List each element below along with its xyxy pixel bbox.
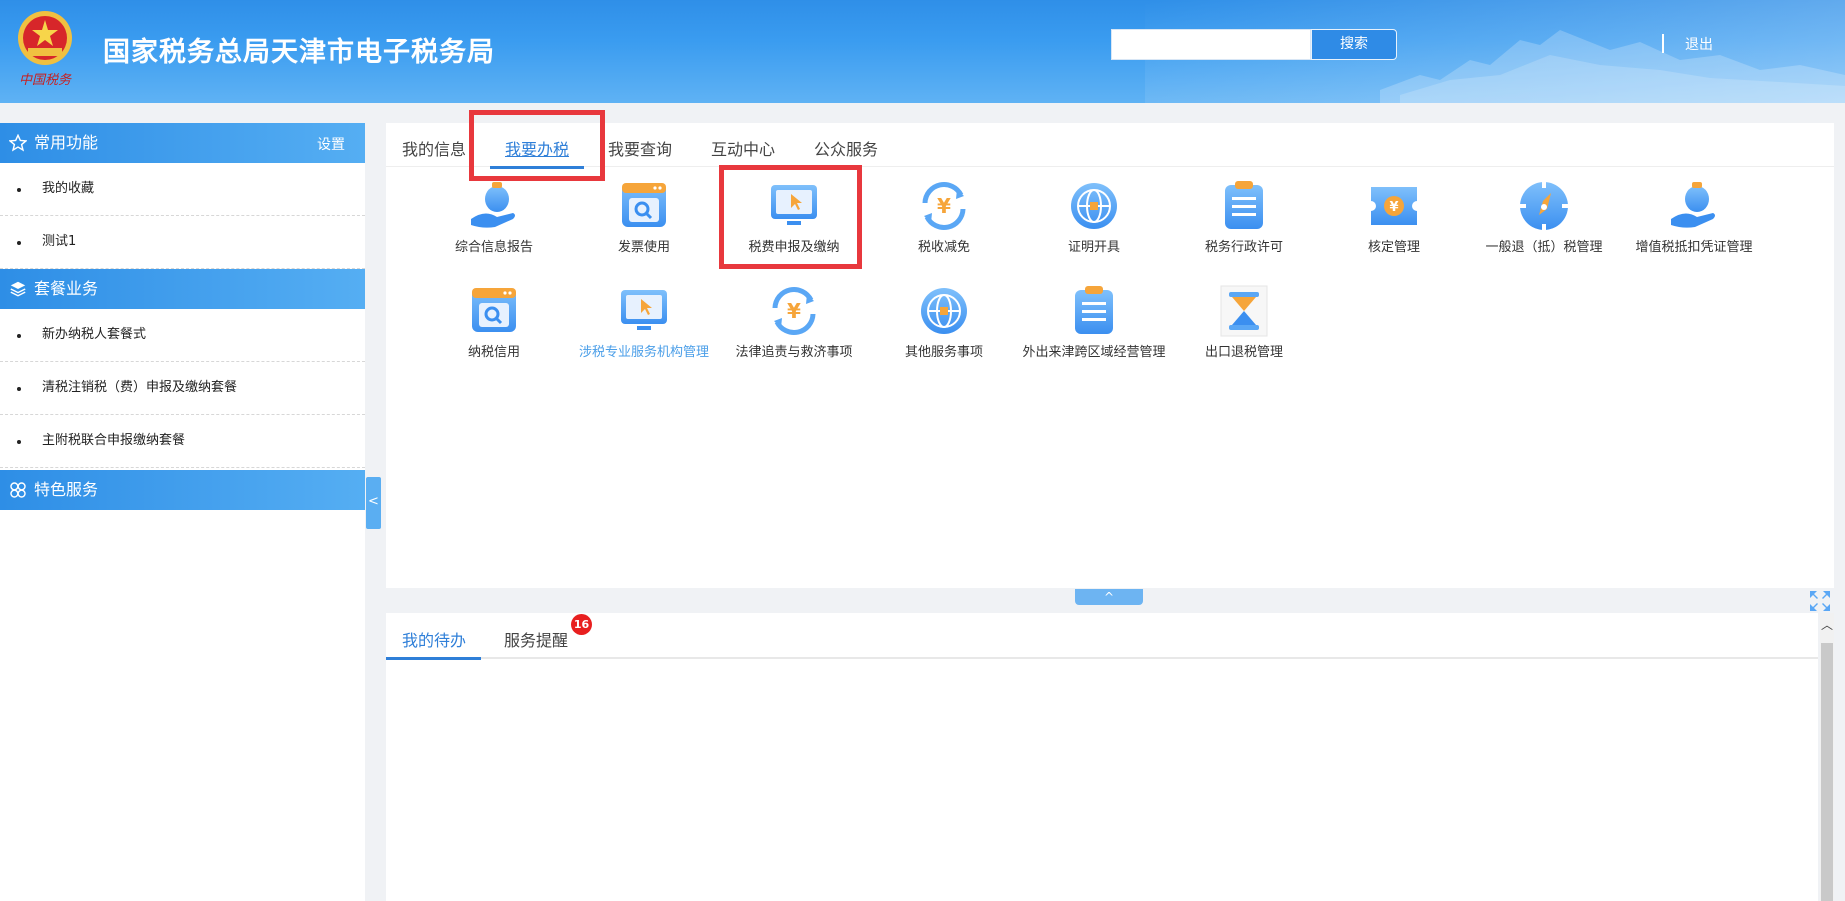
- monitor-cursor-icon: [621, 290, 667, 330]
- service-label: 纳税信用: [467, 345, 520, 360]
- service-label: 税收减免: [917, 240, 970, 255]
- settings-link[interactable]: 设置: [317, 125, 345, 165]
- svg-text:¥: ¥: [1389, 200, 1398, 215]
- hourglass-icon: [1220, 285, 1268, 337]
- service-tax-reduction[interactable]: ¥ 税收减免: [869, 179, 1019, 263]
- service-tax-agency-mgmt[interactable]: 涉税专业服务机构管理: [569, 284, 719, 368]
- yuan-refresh-icon: ¥: [772, 286, 816, 336]
- sidebar-section-title: 特色服务: [34, 480, 99, 499]
- clipboard-icon: [1075, 286, 1113, 334]
- service-label: 税务行政许可: [1204, 240, 1283, 255]
- sidebar-section-title: 套餐业务: [34, 279, 99, 298]
- money-bag-hand-icon: [1671, 182, 1715, 228]
- tab-service-reminder[interactable]: 服务提醒: [504, 627, 568, 651]
- sidebar-item-test1[interactable]: 测试1: [0, 216, 365, 269]
- monitor-cursor-icon: [771, 185, 817, 225]
- tab-inquiry[interactable]: 我要查询: [608, 136, 672, 160]
- sidebar-section-featured[interactable]: 特色服务: [0, 470, 365, 510]
- fullscreen-icon[interactable]: [1808, 589, 1832, 613]
- bottom-tabs: 我的待办 服务提醒 16: [386, 613, 1818, 660]
- yuan-ticket-icon: ¥: [1371, 187, 1417, 225]
- tab-highlight-box: [469, 110, 605, 181]
- service-tax-credit[interactable]: 纳税信用: [419, 284, 569, 368]
- service-info-report[interactable]: 综合信息报告: [419, 179, 569, 263]
- service-legal-remedy[interactable]: ¥ 法律追责与救济事项: [719, 284, 869, 368]
- header-banner: 中国税务 国家税务总局天津市电子税务局 搜索 退出: [0, 0, 1845, 103]
- service-certificate[interactable]: 证明开具: [1019, 179, 1169, 263]
- sidebar-item-joint-filing-package[interactable]: 主附税联合申报缴纳套餐: [0, 415, 365, 468]
- sidebar-item-my-favorites[interactable]: 我的收藏: [0, 163, 365, 216]
- sidebar-item-new-taxpayer-package[interactable]: 新办纳税人套餐式: [0, 309, 365, 362]
- search-input[interactable]: [1111, 29, 1311, 60]
- service-refund[interactable]: 一般退（抵）税管理: [1469, 179, 1619, 263]
- service-label: 发票使用: [617, 240, 670, 255]
- reminder-count-badge: 16: [571, 614, 592, 635]
- search-browser-icon: [622, 183, 666, 227]
- svg-text:¥: ¥: [937, 194, 951, 218]
- site-title: 国家税务总局天津市电子税务局: [103, 37, 495, 68]
- sidebar: 常用功能 设置 我的收藏 测试1 套餐业务 新办纳税人套餐式 清税注销税（费）申…: [0, 123, 365, 901]
- money-bag-hand-icon: [471, 182, 515, 228]
- clipboard-icon: [1225, 181, 1263, 229]
- service-label: 一般退（抵）税管理: [1485, 240, 1603, 255]
- star-icon: [9, 134, 27, 152]
- service-cross-region[interactable]: 外出来津跨区域经营管理: [1019, 284, 1169, 368]
- tab-my-info[interactable]: 我的信息: [402, 136, 466, 160]
- sidebar-collapse-toggle[interactable]: <: [366, 477, 381, 529]
- header-divider: [1662, 34, 1664, 53]
- scroll-up-arrow[interactable]: ︿: [1821, 618, 1833, 632]
- service-label: 增值税抵扣凭证管理: [1635, 240, 1753, 255]
- globe-icon: [921, 288, 967, 334]
- sidebar-item-deregistration-package[interactable]: 清税注销税（费）申报及缴纳套餐: [0, 362, 365, 415]
- clover-icon: [10, 482, 26, 498]
- service-tax-filing-payment[interactable]: 税费申报及缴纳: [719, 179, 869, 263]
- great-wall-silhouette: [1380, 30, 1845, 103]
- tab-interaction-center[interactable]: 互动中心: [711, 136, 775, 160]
- yuan-refresh-icon: ¥: [922, 181, 966, 231]
- service-admin-license[interactable]: 税务行政许可: [1169, 179, 1319, 263]
- sidebar-section-title: 常用功能: [34, 133, 99, 152]
- service-label: 法律追责与救济事项: [735, 345, 853, 360]
- service-export-refund[interactable]: 出口退税管理: [1169, 284, 1319, 368]
- search-button[interactable]: 搜索: [1311, 29, 1397, 60]
- globe-icon: [1071, 183, 1117, 229]
- service-label: 其他服务事项: [904, 345, 983, 360]
- service-label: 出口退税管理: [1204, 345, 1283, 360]
- layers-icon: [10, 281, 26, 297]
- tab-public-service[interactable]: 公众服务: [814, 136, 878, 160]
- sidebar-section-packages[interactable]: 套餐业务: [0, 269, 365, 309]
- compass-icon: [1518, 180, 1570, 232]
- search-browser-icon: [472, 288, 516, 332]
- service-label: 外出来津跨区域经营管理: [1022, 345, 1166, 360]
- emblem-logo: 中国税务: [14, 8, 76, 90]
- scrollbar-thumb[interactable]: [1821, 643, 1833, 901]
- active-bottom-tab-indicator: [386, 657, 481, 660]
- service-label: 证明开具: [1067, 240, 1120, 255]
- scrollbar[interactable]: ︿: [1820, 613, 1834, 901]
- service-label: 涉税专业服务机构管理: [578, 345, 709, 360]
- service-assessment[interactable]: ¥ 核定管理: [1319, 179, 1469, 263]
- svg-text:¥: ¥: [787, 299, 801, 323]
- sidebar-section-favorites[interactable]: 常用功能 设置: [0, 123, 365, 163]
- service-label: 核定管理: [1367, 240, 1420, 255]
- emblem-caption: 中国税务: [19, 73, 72, 88]
- todo-panel: 我的待办 服务提醒 16: [386, 613, 1818, 901]
- tab-my-todo[interactable]: 我的待办: [402, 627, 466, 651]
- service-panel: 我的信息 我要办税 我要查询 互动中心 公众服务 综合信息报告 发票使用 税费申…: [386, 110, 1834, 588]
- expand-toggle[interactable]: ^: [1075, 589, 1143, 605]
- logout-link[interactable]: 退出: [1685, 34, 1713, 54]
- service-vat-deduction[interactable]: 增值税抵扣凭证管理: [1619, 179, 1769, 263]
- service-label: 税费申报及缴纳: [748, 240, 840, 255]
- service-other[interactable]: 其他服务事项: [869, 284, 1019, 368]
- service-label: 综合信息报告: [454, 240, 533, 255]
- service-invoice-use[interactable]: 发票使用: [569, 179, 719, 263]
